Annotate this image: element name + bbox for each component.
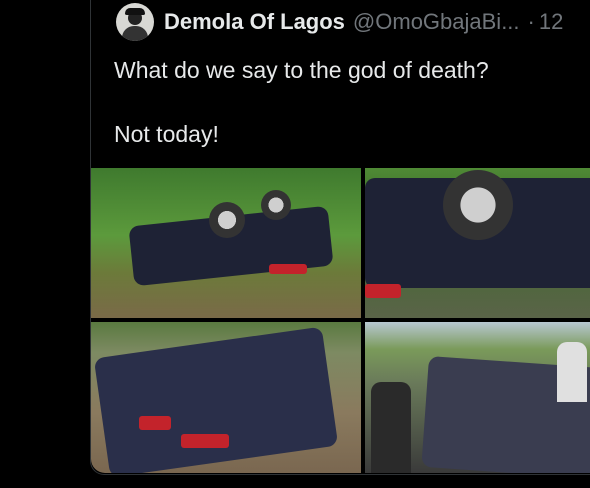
photo-overturned-car-2[interactable] — [365, 168, 590, 318]
photo-overturned-car-1[interactable] — [91, 168, 361, 318]
tweet-time[interactable]: 12 — [539, 9, 563, 35]
photo-wrecked-car-4[interactable] — [365, 322, 590, 473]
person-shape — [557, 342, 587, 402]
tail-light — [269, 264, 307, 274]
tweet-header: Demola Of Lagos @OmoGbajaBi... · 12 — [116, 2, 563, 42]
tail-light — [181, 434, 229, 448]
avatar-hat — [125, 8, 145, 15]
person-shape — [371, 382, 411, 473]
avatar[interactable] — [116, 3, 154, 41]
tweet-text: What do we say to the god of death? Not … — [114, 54, 584, 150]
photo-wrecked-car-3[interactable] — [91, 322, 361, 473]
wheel-icon — [261, 190, 291, 220]
author-handle[interactable]: @OmoGbajaBi... — [353, 9, 520, 35]
tweet-text-line-1: What do we say to the god of death? — [114, 57, 489, 83]
tail-light — [365, 284, 401, 298]
tail-light — [139, 416, 171, 430]
author-name[interactable]: Demola Of Lagos — [164, 9, 345, 35]
wheel-icon — [209, 202, 245, 238]
avatar-body — [122, 26, 148, 41]
media-grid — [91, 168, 590, 473]
separator-dot: · — [527, 9, 535, 34]
tweet-text-line-2: Not today! — [114, 121, 219, 147]
wheel-icon — [443, 170, 513, 240]
